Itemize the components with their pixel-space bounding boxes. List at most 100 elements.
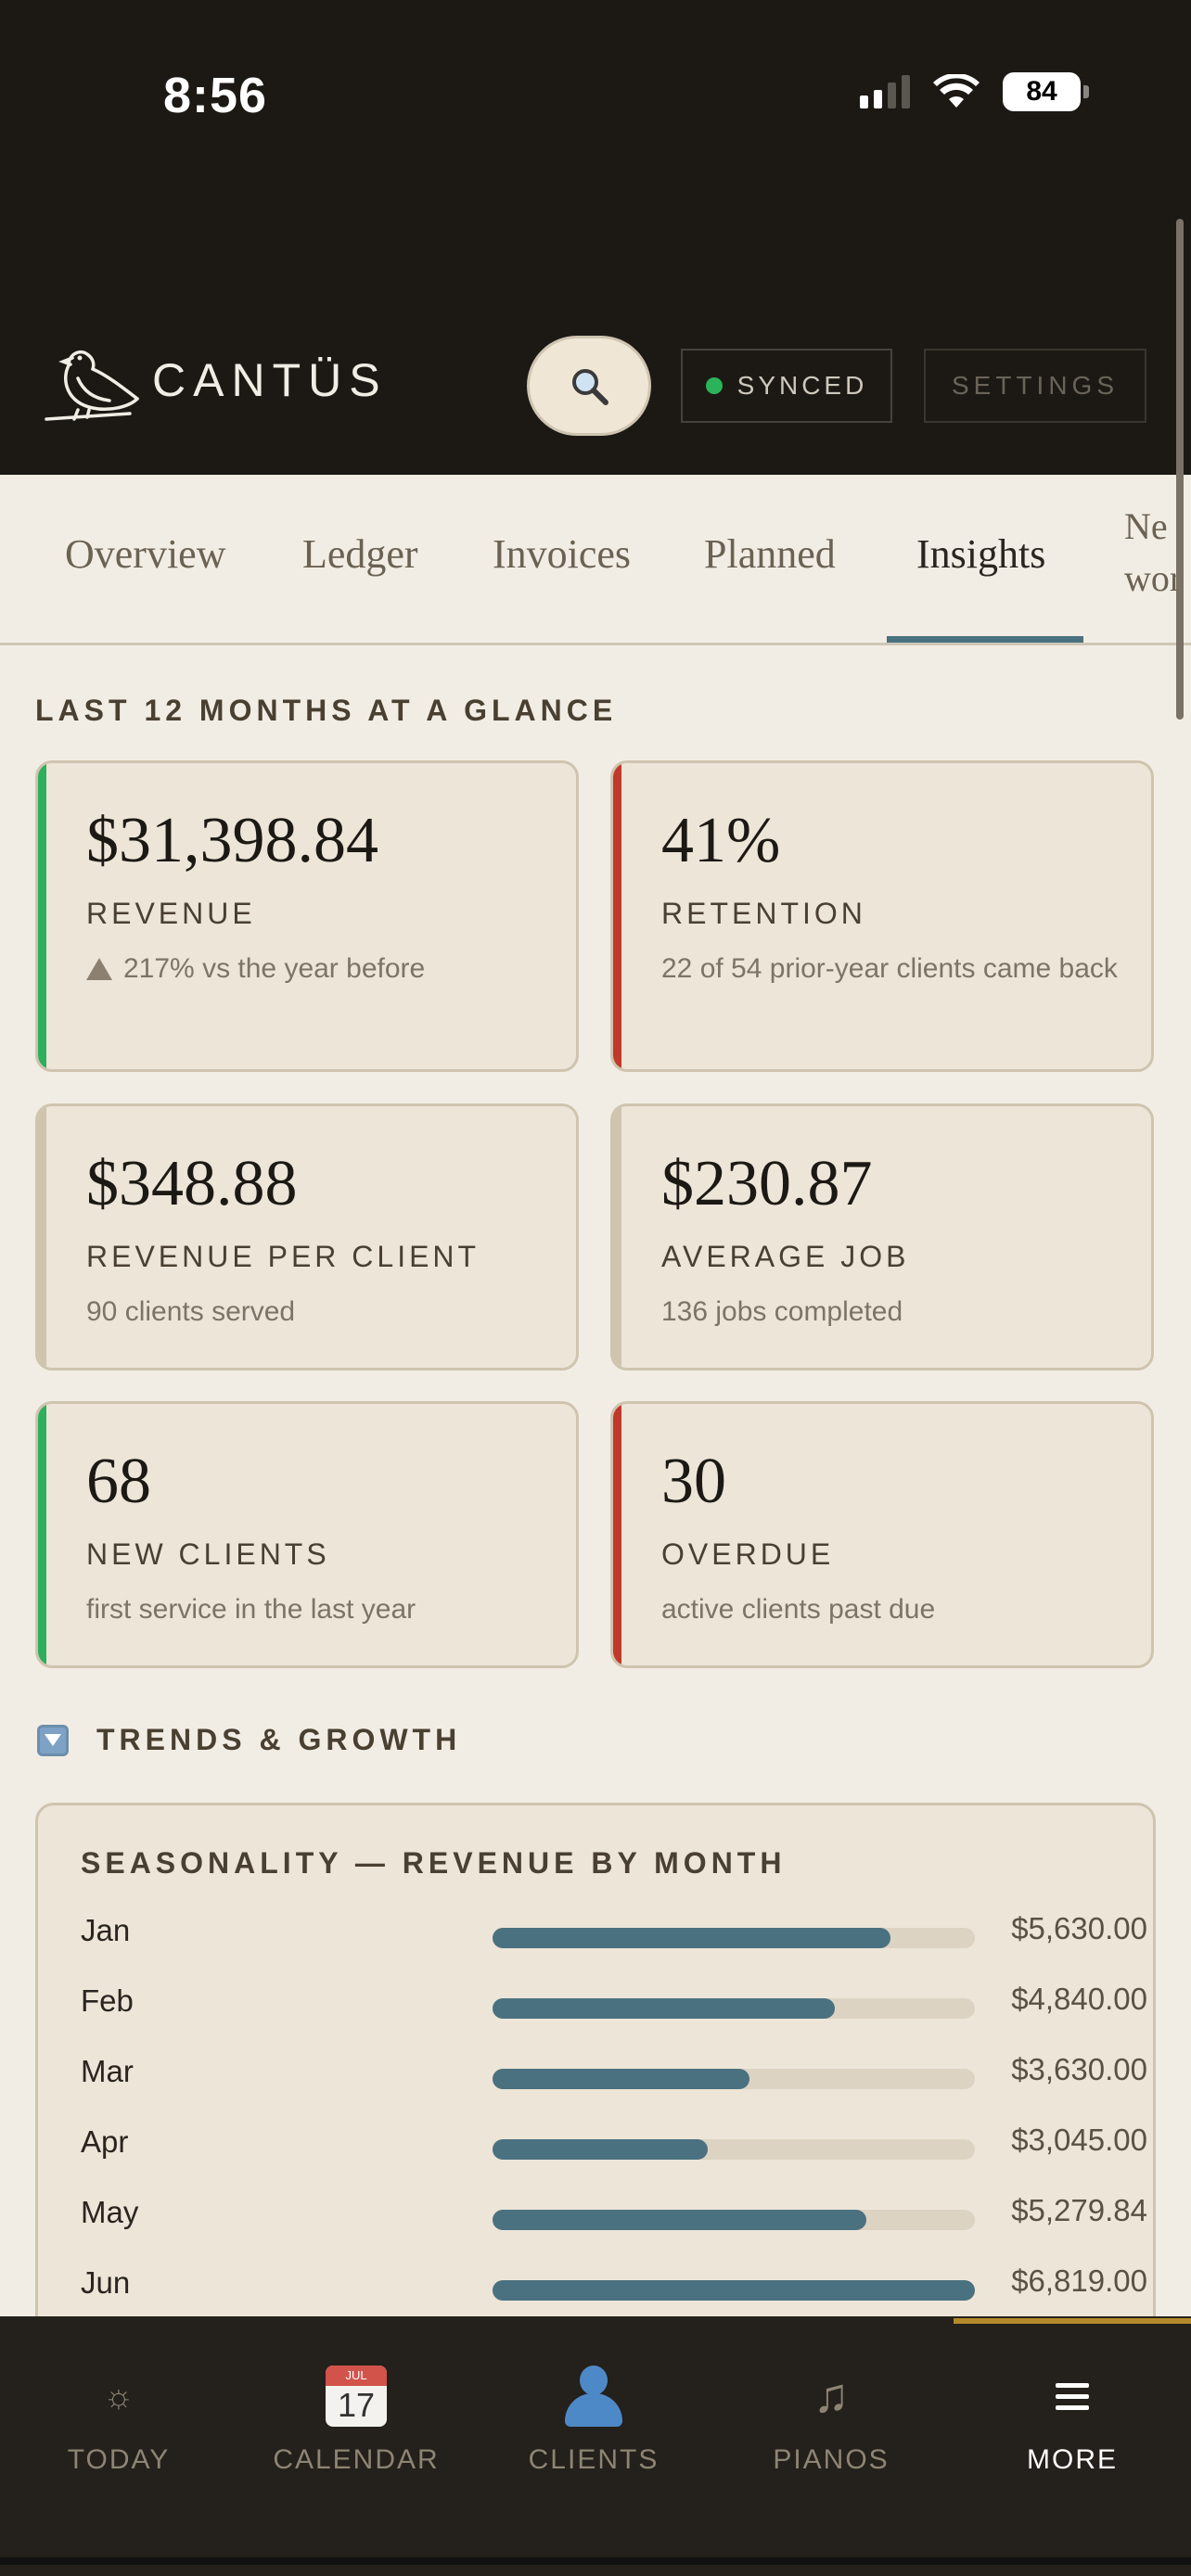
person-icon [561,2366,626,2427]
revenue-per-client-card[interactable]: $348.88 REVENUE PER CLIENT 90 clients se… [35,1103,579,1371]
retention-card[interactable]: 41% RETENTION 22 of 54 prior-year client… [610,760,1154,1072]
card-sub: first service in the last year [86,1594,416,1625]
month-name: Jun [81,2265,131,2300]
month-name: Apr [81,2124,129,2159]
nav-clients[interactable]: CLIENTS [475,2361,712,2476]
nav-label: CLIENTS [528,2444,660,2475]
collapse-triangle-icon [37,1724,69,1756]
nav-label: CALENDAR [273,2444,440,2475]
glance-heading: LAST 12 MONTHS AT A GLANCE [35,694,618,727]
month-bar-track [493,2139,975,2160]
signal-icon [860,75,910,108]
calendar-day: 17 [337,2386,376,2424]
battery-level: 84 [1003,72,1081,111]
card-sub-text: 217% vs the year before [123,953,426,984]
tab-planned[interactable]: Planned [704,530,836,578]
app-logo[interactable]: CANTÜS [41,334,388,427]
month-row: Feb $4,840.00 [81,1970,1147,2041]
revenue-card[interactable]: $31,398.84 REVENUE 217% vs the year befo… [35,760,579,1072]
status-time: 8:56 [163,68,268,123]
sync-status-button[interactable]: SYNCED [681,349,892,423]
nav-pianos[interactable]: ♫ PIANOS [712,2361,950,2476]
app-header: 8:56 84 CANTÜS SYNCED SETTINGS [0,0,1191,475]
battery-icon: 84 [1003,72,1089,111]
active-tab-indicator [887,636,1083,643]
calendar-month: JUL [326,2366,387,2386]
nav-calendar[interactable]: JUL 17 CALENDAR [237,2361,475,2476]
card-sub: 217% vs the year before [86,947,548,990]
status-icons: 84 [860,72,1089,111]
card-sub: 22 of 54 prior-year clients came back [661,953,1118,984]
card-accent [613,1106,621,1368]
month-bar [493,2069,749,2089]
triangle-up-icon [86,957,112,980]
card-accent [38,763,46,1069]
logo-text: CANTÜS [152,354,388,406]
card-value: $31,398.84 [86,805,378,876]
settings-button[interactable]: SETTINGS [924,349,1146,423]
month-bar-track [493,1998,975,2019]
month-bar [493,1998,836,2019]
average-job-card[interactable]: $230.87 AVERAGE JOB 136 jobs completed [610,1103,1154,1371]
month-bar-track [493,2280,975,2301]
month-amount: $3,630.00 [1011,2052,1147,2086]
active-nav-indicator [954,2318,1191,2324]
card-sub: active clients past due [661,1594,936,1625]
month-amount: $6,819.00 [1011,2264,1147,2298]
music-note-icon: ♫ [813,2369,850,2423]
settings-label: SETTINGS [951,371,1119,400]
card-label: AVERAGE JOB [661,1240,910,1273]
card-accent [613,1404,621,1665]
tab-invoices[interactable]: Invoices [493,530,631,578]
card-value: 30 [661,1446,726,1517]
seasonality-title: SEASONALITY — REVENUE BY MONTH [81,1846,787,1880]
card-accent [38,1404,46,1665]
month-amount: $5,279.84 [1011,2193,1147,2227]
nav-label: MORE [1027,2444,1118,2475]
card-sub: 90 clients served [86,1296,296,1327]
tab-ledger[interactable]: Ledger [302,530,418,578]
month-name: Jan [81,1913,131,1947]
month-bar [493,2139,709,2160]
card-accent [38,1106,46,1368]
month-name: Mar [81,2054,134,2088]
sun-icon: ☼ [103,2377,134,2415]
search-icon [572,369,608,405]
new-clients-card[interactable]: 68 NEW CLIENTS first service in the last… [35,1401,579,1668]
trends-toggle[interactable]: TRENDS & GROWTH [37,1723,461,1757]
month-bar [493,1928,891,1948]
card-accent [613,763,621,1069]
card-value: 41% [661,805,781,876]
bird-logo-icon [45,350,139,421]
month-bar [493,2280,975,2301]
trends-heading: TRENDS & GROWTH [96,1723,462,1756]
card-sub: 136 jobs completed [661,1296,903,1327]
card-label: RETENTION [661,897,866,930]
card-value: 68 [86,1446,151,1517]
month-amount: $5,630.00 [1011,1911,1147,1945]
month-row: Apr $3,045.00 [81,2111,1147,2182]
seasonality-card: SEASONALITY — REVENUE BY MONTH Jan $5,630… [35,1803,1156,2396]
nav-more[interactable]: MORE [954,2361,1191,2476]
card-value: $230.87 [661,1148,873,1219]
month-amount: $3,045.00 [1011,2123,1147,2157]
month-bar-track [493,2069,975,2089]
sync-dot-icon [705,377,723,394]
month-row: Jan $5,630.00 [81,1900,1147,1970]
month-row: Jun $6,819.00 [81,2252,1147,2323]
scrollbar[interactable] [1176,219,1184,720]
nav-today[interactable]: ☼ TODAY [0,2361,237,2476]
overdue-card[interactable]: 30 OVERDUE active clients past due [610,1401,1154,1668]
search-button[interactable] [527,336,651,436]
nav-label: TODAY [67,2444,171,2475]
card-label: OVERDUE [661,1537,835,1571]
month-name: Feb [81,1983,134,2018]
tab-overview[interactable]: Overview [65,530,226,578]
month-bar [493,2210,866,2230]
month-name: May [81,2195,139,2229]
month-bar-track [493,2210,975,2230]
month-amount: $4,840.00 [1011,1982,1147,2016]
tab-insights[interactable]: Insights [916,530,1045,578]
sync-label: SYNCED [736,371,868,400]
bottom-nav: ☼ TODAY JUL 17 CALENDAR CLIENTS ♫ PIANOS… [0,2316,1191,2576]
